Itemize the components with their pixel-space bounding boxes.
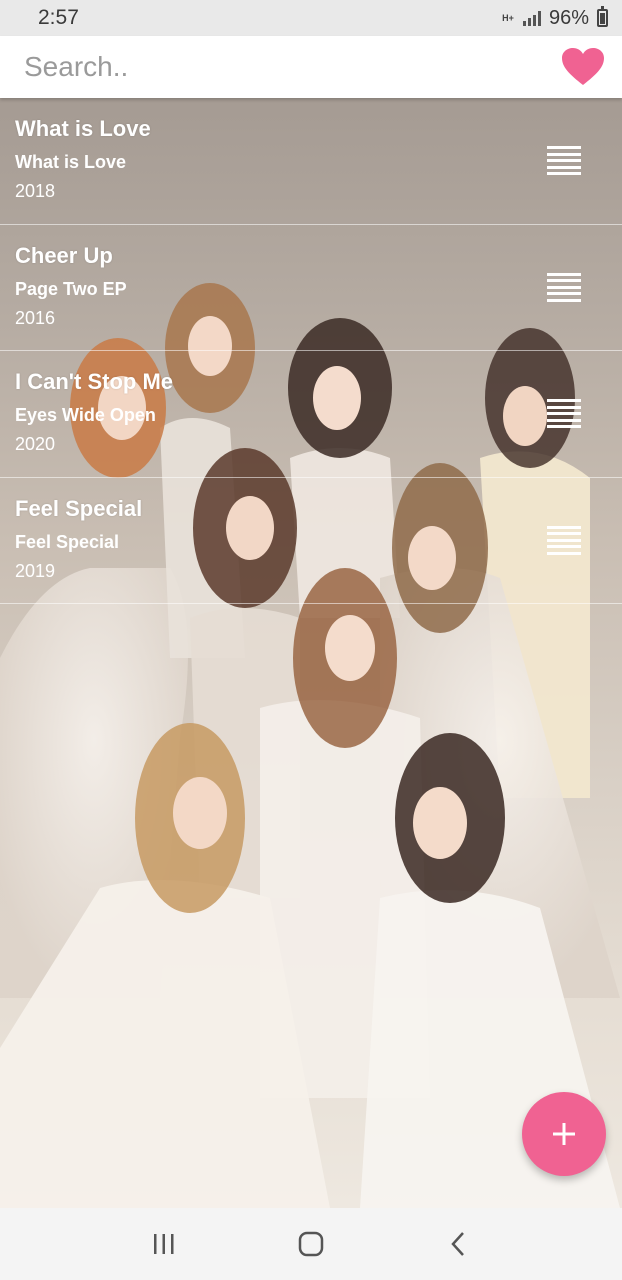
song-list-container: What is Love What is Love 2018 Cheer Up …	[0, 98, 622, 1208]
battery-percent: 96%	[548, 6, 589, 29]
status-icons: H+ 96%	[501, 6, 608, 30]
song-year: 2019	[15, 560, 56, 581]
drag-handle-icon[interactable]	[547, 146, 581, 176]
search-bar	[0, 36, 622, 98]
song-title: I Can't Stop Me	[15, 369, 174, 394]
back-button[interactable]	[438, 1224, 478, 1264]
network-type-icon: H+	[502, 12, 514, 23]
recents-icon	[153, 1234, 174, 1254]
drag-handle-icon[interactable]	[547, 399, 581, 429]
song-row[interactable]: Cheer Up Page Two EP 2016	[0, 225, 622, 351]
heart-icon	[562, 48, 604, 85]
drag-handle-icon[interactable]	[547, 525, 581, 555]
battery-icon	[597, 6, 608, 27]
song-album: What is Love	[15, 152, 127, 172]
song-title: What is Love	[15, 116, 151, 141]
search-input[interactable]	[24, 51, 504, 83]
song-year: 2016	[15, 307, 56, 328]
back-icon	[451, 1232, 465, 1256]
song-title: Cheer Up	[15, 242, 113, 268]
home-button[interactable]	[291, 1224, 331, 1264]
plus-icon	[553, 1123, 575, 1145]
song-year: 2018	[15, 181, 56, 201]
song-row[interactable]: Feel Special Feel Special 2019	[0, 478, 622, 604]
navigation-bar	[0, 1208, 622, 1280]
drag-handle-icon[interactable]	[547, 272, 581, 302]
favorites-button[interactable]	[560, 46, 606, 88]
status-time: 2:57	[38, 6, 79, 29]
home-icon	[298, 1231, 324, 1257]
song-album: Eyes Wide Open	[15, 405, 156, 425]
song-title: Feel Special	[15, 495, 143, 521]
song-row[interactable]: I Can't Stop Me Eyes Wide Open 2020	[0, 351, 622, 478]
song-album: Page Two EP	[15, 278, 127, 299]
recents-button[interactable]	[144, 1224, 184, 1264]
status-bar: 2:57 H+ 96%	[0, 0, 622, 36]
signal-icon	[522, 10, 541, 26]
song-year: 2020	[15, 434, 56, 454]
add-song-button[interactable]	[522, 1092, 606, 1176]
song-album: Feel Special	[15, 531, 120, 552]
song-row[interactable]: What is Love What is Love 2018	[0, 98, 622, 225]
song-list: What is Love What is Love 2018 Cheer Up …	[0, 98, 622, 604]
